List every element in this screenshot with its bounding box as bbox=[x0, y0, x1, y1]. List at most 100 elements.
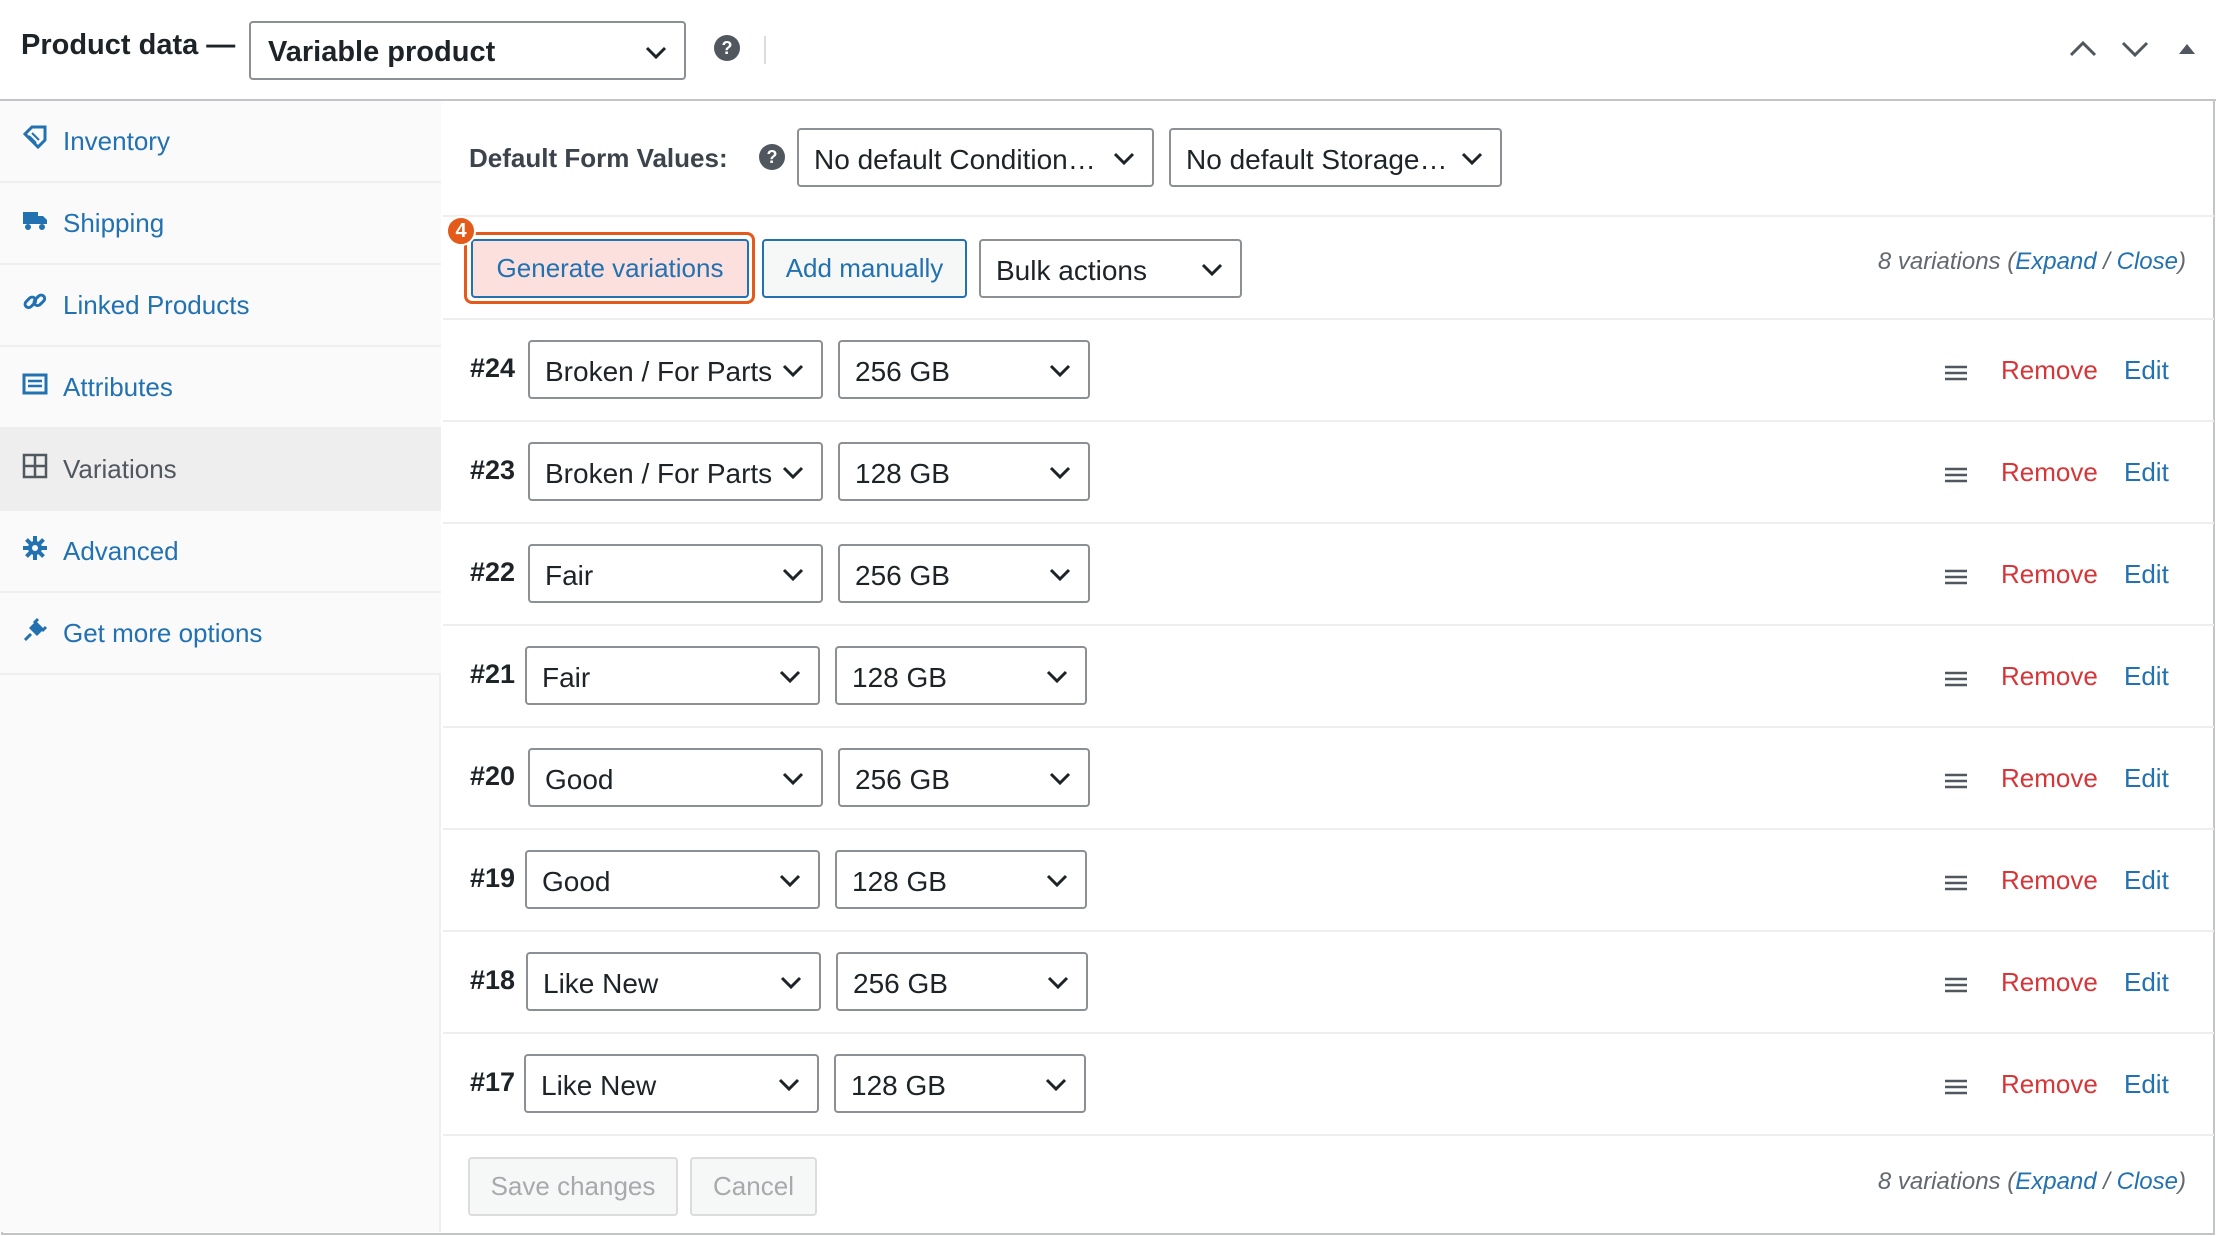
divider bbox=[443, 726, 2214, 728]
collapse-toggle-icon[interactable] bbox=[2176, 38, 2198, 60]
variation-storage-select[interactable]: 128 GB bbox=[834, 1054, 1086, 1113]
remove-variation-link[interactable]: Remove bbox=[2001, 967, 2098, 998]
tab-shipping[interactable]: Shipping bbox=[0, 183, 441, 265]
variation-id: #21 bbox=[470, 659, 516, 689]
variation-storage-select[interactable]: 128 GB bbox=[838, 442, 1090, 501]
drag-handle-icon[interactable] bbox=[1944, 976, 1968, 994]
drag-handle-icon[interactable] bbox=[1944, 670, 1968, 688]
tab-linked-products[interactable]: Linked Products bbox=[0, 265, 441, 347]
variation-id: #18 bbox=[470, 965, 516, 995]
variation-condition-select[interactable]: Good bbox=[525, 850, 820, 909]
select-value: 128 GB bbox=[852, 866, 947, 897]
chevron-down-icon bbox=[778, 873, 802, 889]
edit-variation-link[interactable]: Edit bbox=[2124, 865, 2169, 896]
drag-handle-icon[interactable] bbox=[1944, 466, 1968, 484]
variation-condition-select[interactable]: Fair bbox=[525, 646, 820, 705]
chevron-up-icon[interactable] bbox=[2068, 38, 2098, 60]
chevron-down-icon bbox=[781, 567, 805, 583]
edit-variation-link[interactable]: Edit bbox=[2124, 967, 2169, 998]
expand-link[interactable]: Expand bbox=[2015, 1168, 2096, 1195]
divider bbox=[443, 318, 2214, 320]
bulk-actions-select[interactable]: Bulk actions bbox=[979, 239, 1242, 298]
tab-advanced[interactable]: Advanced bbox=[0, 511, 441, 593]
edit-variation-link[interactable]: Edit bbox=[2124, 661, 2169, 692]
truck-icon bbox=[22, 207, 48, 233]
close-link[interactable]: Close bbox=[2117, 248, 2178, 275]
chevron-down-icon bbox=[1460, 151, 1484, 167]
drag-handle-icon[interactable] bbox=[1944, 874, 1968, 892]
variation-condition-select[interactable]: Broken / For Parts bbox=[528, 442, 823, 501]
chevron-down-icon[interactable] bbox=[2120, 38, 2150, 60]
chevron-down-icon bbox=[777, 1077, 801, 1093]
help-icon[interactable]: ? bbox=[759, 144, 785, 170]
link-icon bbox=[22, 289, 48, 315]
edit-variation-link[interactable]: Edit bbox=[2124, 457, 2169, 488]
select-value: Broken / For Parts bbox=[545, 356, 773, 387]
edit-variation-link[interactable]: Edit bbox=[2124, 355, 2169, 386]
divider bbox=[443, 522, 2214, 524]
chevron-down-icon bbox=[779, 975, 803, 991]
tab-label: Linked Products bbox=[63, 290, 250, 320]
chevron-down-icon bbox=[1048, 771, 1072, 787]
remove-variation-link[interactable]: Remove bbox=[2001, 865, 2098, 896]
chevron-down-icon bbox=[1046, 975, 1070, 991]
remove-variation-link[interactable]: Remove bbox=[2001, 559, 2098, 590]
variation-condition-select[interactable]: Like New bbox=[524, 1054, 819, 1113]
default-condition-select[interactable]: No default Condition… bbox=[797, 128, 1154, 187]
variation-condition-select[interactable]: Fair bbox=[528, 544, 823, 603]
drag-handle-icon[interactable] bbox=[1944, 1078, 1968, 1096]
divider bbox=[443, 624, 2214, 626]
edit-variation-link[interactable]: Edit bbox=[2124, 763, 2169, 794]
select-value: Fair bbox=[545, 560, 594, 591]
product-type-value: Variable product bbox=[268, 36, 496, 68]
expand-link[interactable]: Expand bbox=[2015, 248, 2096, 275]
product-type-select[interactable]: Variable product bbox=[249, 21, 686, 80]
tab-attributes[interactable]: Attributes bbox=[0, 347, 441, 429]
cancel-button[interactable]: Cancel bbox=[690, 1157, 817, 1216]
help-icon[interactable]: ? bbox=[714, 35, 740, 61]
variation-storage-select[interactable]: 128 GB bbox=[835, 850, 1087, 909]
variation-id: #19 bbox=[470, 863, 516, 893]
remove-variation-link[interactable]: Remove bbox=[2001, 661, 2098, 692]
select-value: 128 GB bbox=[851, 1070, 946, 1101]
variation-condition-select[interactable]: Broken / For Parts bbox=[528, 340, 823, 399]
variation-condition-select[interactable]: Like New bbox=[526, 952, 821, 1011]
chevron-down-icon bbox=[781, 465, 805, 481]
add-manually-button[interactable]: Add manually bbox=[762, 239, 967, 298]
drag-handle-icon[interactable] bbox=[1944, 568, 1968, 586]
remove-variation-link[interactable]: Remove bbox=[2001, 457, 2098, 488]
variation-storage-select[interactable]: 256 GB bbox=[838, 748, 1090, 807]
variation-storage-select[interactable]: 256 GB bbox=[836, 952, 1088, 1011]
remove-variation-link[interactable]: Remove bbox=[2001, 1069, 2098, 1100]
variations-count-bottom: 8 variations (Expand / Close) bbox=[1877, 1168, 2186, 1195]
variation-id: #22 bbox=[470, 557, 516, 587]
tab-variations[interactable]: Variations bbox=[0, 429, 441, 511]
select-value: 128 GB bbox=[855, 458, 950, 489]
tab-inventory[interactable]: Inventory bbox=[0, 101, 441, 183]
divider bbox=[443, 215, 2214, 217]
variation-storage-select[interactable]: 256 GB bbox=[838, 340, 1090, 399]
close-link[interactable]: Close bbox=[2117, 1168, 2178, 1195]
chevron-down-icon bbox=[1048, 567, 1072, 583]
edit-variation-link[interactable]: Edit bbox=[2124, 1069, 2169, 1100]
select-value: No default Condition… bbox=[814, 144, 1096, 175]
select-value: No default Storage… bbox=[1186, 144, 1448, 175]
variation-condition-select[interactable]: Good bbox=[528, 748, 823, 807]
variation-storage-select[interactable]: 256 GB bbox=[838, 544, 1090, 603]
tab-label: Advanced bbox=[63, 536, 179, 566]
remove-variation-link[interactable]: Remove bbox=[2001, 763, 2098, 794]
tab-label: Variations bbox=[63, 454, 177, 484]
tab-get-more-options[interactable]: Get more options bbox=[0, 593, 441, 675]
drag-handle-icon[interactable] bbox=[1944, 364, 1968, 382]
default-storage-select[interactable]: No default Storage… bbox=[1169, 128, 1502, 187]
drag-handle-icon[interactable] bbox=[1944, 772, 1968, 790]
chevron-down-icon bbox=[1045, 669, 1069, 685]
remove-variation-link[interactable]: Remove bbox=[2001, 355, 2098, 386]
select-value: Bulk actions bbox=[996, 255, 1147, 286]
save-changes-button[interactable]: Save changes bbox=[468, 1157, 678, 1216]
inventory-icon bbox=[22, 125, 48, 151]
variation-storage-select[interactable]: 128 GB bbox=[835, 646, 1087, 705]
divider bbox=[443, 1134, 2214, 1136]
variation-id: #17 bbox=[470, 1067, 516, 1097]
edit-variation-link[interactable]: Edit bbox=[2124, 559, 2169, 590]
